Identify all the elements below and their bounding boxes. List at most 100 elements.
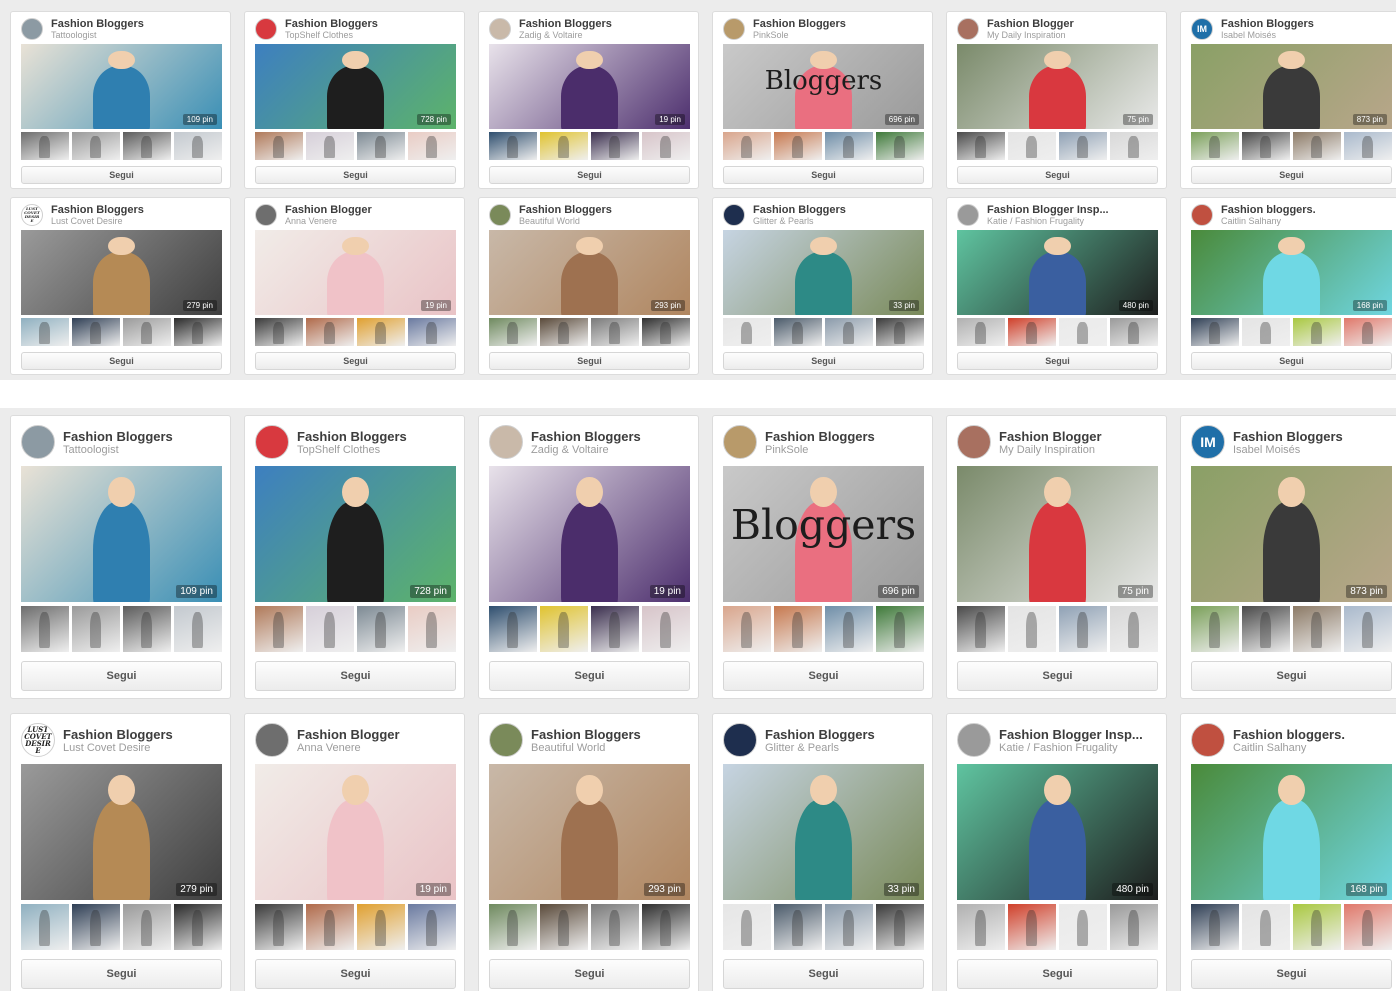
board-thumbnail[interactable] bbox=[876, 606, 924, 652]
board-thumbnail[interactable] bbox=[123, 606, 171, 652]
board-thumbnail[interactable] bbox=[774, 904, 822, 950]
board-thumbnail[interactable] bbox=[21, 606, 69, 652]
board-cover-image[interactable]: Bloggers 696 pin bbox=[723, 466, 924, 602]
follow-button[interactable]: Segui bbox=[255, 661, 456, 691]
board-avatar[interactable] bbox=[489, 723, 523, 757]
board-cover-image[interactable]: 293 pin bbox=[489, 764, 690, 900]
board-thumbnail[interactable] bbox=[1344, 132, 1392, 160]
board-avatar[interactable] bbox=[255, 425, 289, 459]
board-thumbnail[interactable] bbox=[306, 606, 354, 652]
board-owner[interactable]: TopShelf Clothes bbox=[297, 444, 407, 456]
board-card[interactable]: Fashion Bloggers TopShelf Clothes 728 pin S… bbox=[244, 11, 465, 189]
board-title[interactable]: Fashion Bloggers bbox=[519, 18, 612, 30]
board-owner[interactable]: Zadig & Voltaire bbox=[531, 444, 641, 456]
board-title[interactable]: Fashion Bloggers bbox=[1221, 18, 1314, 30]
board-cover-image[interactable]: 109 pin bbox=[21, 466, 222, 602]
follow-button[interactable]: Segui bbox=[957, 959, 1158, 989]
board-owner[interactable]: Lust Covet Desire bbox=[51, 216, 144, 226]
board-thumbnail[interactable] bbox=[306, 318, 354, 346]
board-cover-image[interactable]: 279 pin bbox=[21, 230, 222, 315]
board-thumbnail[interactable] bbox=[1242, 318, 1290, 346]
board-card[interactable]: Fashion bloggers. Caitlin Salhany 168 pin S… bbox=[1180, 197, 1396, 375]
follow-button[interactable]: Segui bbox=[723, 166, 924, 184]
board-owner[interactable]: TopShelf Clothes bbox=[285, 30, 378, 40]
board-avatar[interactable] bbox=[957, 723, 991, 757]
board-thumbnail[interactable] bbox=[1344, 318, 1392, 346]
board-title[interactable]: Fashion Bloggers bbox=[285, 18, 378, 30]
board-avatar[interactable] bbox=[21, 425, 55, 459]
board-title[interactable]: Fashion Blogger Insp... bbox=[987, 204, 1109, 216]
board-owner[interactable]: Tattoologist bbox=[51, 30, 144, 40]
board-thumbnail[interactable] bbox=[1059, 606, 1107, 652]
board-cover-image[interactable]: 19 pin bbox=[255, 230, 456, 315]
board-thumbnail[interactable] bbox=[174, 904, 222, 950]
board-title[interactable]: Fashion Bloggers bbox=[765, 727, 875, 742]
board-thumbnail[interactable] bbox=[642, 132, 690, 160]
board-owner[interactable]: Zadig & Voltaire bbox=[519, 30, 612, 40]
board-title[interactable]: Fashion Bloggers bbox=[297, 429, 407, 444]
board-thumbnail[interactable] bbox=[723, 606, 771, 652]
board-cover-image[interactable]: 168 pin bbox=[1191, 764, 1392, 900]
board-card[interactable]: Fashion Bloggers Beautiful World 293 pin Se… bbox=[478, 197, 699, 375]
board-thumbnail[interactable] bbox=[1242, 606, 1290, 652]
board-title[interactable]: Fashion Blogger Insp... bbox=[999, 727, 1143, 742]
board-cover-image[interactable]: 873 pin bbox=[1191, 466, 1392, 602]
board-title[interactable]: Fashion Bloggers bbox=[519, 204, 612, 216]
follow-button[interactable]: Segui bbox=[21, 661, 222, 691]
board-thumbnail[interactable] bbox=[1293, 606, 1341, 652]
follow-button[interactable]: Segui bbox=[255, 959, 456, 989]
board-thumbnail[interactable] bbox=[642, 904, 690, 950]
board-thumbnail[interactable] bbox=[489, 318, 537, 346]
board-thumbnail[interactable] bbox=[1242, 132, 1290, 160]
board-owner[interactable]: Anna Venere bbox=[297, 742, 400, 754]
board-owner[interactable]: Caitlin Salhany bbox=[1221, 216, 1316, 226]
board-thumbnail[interactable] bbox=[1110, 132, 1158, 160]
board-cover-image[interactable]: 480 pin bbox=[957, 764, 1158, 900]
follow-button[interactable]: Segui bbox=[489, 661, 690, 691]
board-thumbnail[interactable] bbox=[876, 904, 924, 950]
board-thumbnail[interactable] bbox=[1344, 606, 1392, 652]
board-avatar[interactable] bbox=[489, 425, 523, 459]
board-avatar[interactable] bbox=[723, 18, 745, 40]
board-avatar[interactable] bbox=[723, 723, 757, 757]
board-cover-image[interactable]: 728 pin bbox=[255, 466, 456, 602]
board-cover-image[interactable]: 109 pin bbox=[21, 44, 222, 129]
board-thumbnail[interactable] bbox=[408, 132, 456, 160]
board-title[interactable]: Fashion Bloggers bbox=[51, 204, 144, 216]
board-thumbnail[interactable] bbox=[357, 606, 405, 652]
board-title[interactable]: Fashion Blogger bbox=[987, 18, 1074, 30]
board-cover-image[interactable]: 279 pin bbox=[21, 764, 222, 900]
board-owner[interactable]: My Daily Inspiration bbox=[987, 30, 1074, 40]
board-thumbnail[interactable] bbox=[1008, 606, 1056, 652]
follow-button[interactable]: Segui bbox=[957, 352, 1158, 370]
board-avatar[interactable] bbox=[489, 18, 511, 40]
board-thumbnail[interactable] bbox=[876, 318, 924, 346]
board-owner[interactable]: Katie / Fashion Frugality bbox=[987, 216, 1109, 226]
board-owner[interactable]: Isabel Moisés bbox=[1233, 444, 1343, 456]
board-card[interactable]: Fashion Bloggers PinkSole Bloggers 696 pin S… bbox=[712, 415, 933, 699]
board-thumbnail[interactable] bbox=[774, 606, 822, 652]
follow-button[interactable]: Segui bbox=[1191, 661, 1392, 691]
board-thumbnail[interactable] bbox=[642, 318, 690, 346]
board-card[interactable]: Fashion Bloggers TopShelf Clothes 728 pin S… bbox=[244, 415, 465, 699]
board-thumbnail[interactable] bbox=[21, 132, 69, 160]
board-thumbnail[interactable] bbox=[306, 132, 354, 160]
board-card[interactable]: IM Fashion Bloggers Isabel Moisés 873 pin Se… bbox=[1180, 11, 1396, 189]
board-owner[interactable]: Glitter & Pearls bbox=[753, 216, 846, 226]
board-thumbnail[interactable] bbox=[1293, 318, 1341, 346]
board-thumbnail[interactable] bbox=[825, 132, 873, 160]
board-avatar[interactable] bbox=[957, 425, 991, 459]
board-card[interactable]: LUST COVET DESIRE Fashion Bloggers Lust Co… bbox=[10, 197, 231, 375]
board-title[interactable]: Fashion Blogger bbox=[999, 429, 1102, 444]
follow-button[interactable]: Segui bbox=[21, 166, 222, 184]
follow-button[interactable]: Segui bbox=[723, 661, 924, 691]
board-thumbnail[interactable] bbox=[642, 606, 690, 652]
board-title[interactable]: Fashion Blogger bbox=[297, 727, 400, 742]
board-thumbnail[interactable] bbox=[774, 318, 822, 346]
board-thumbnail[interactable] bbox=[72, 132, 120, 160]
board-thumbnail[interactable] bbox=[123, 132, 171, 160]
board-card[interactable]: Fashion Bloggers Zadig & Voltaire 19 pin Se… bbox=[478, 415, 699, 699]
follow-button[interactable]: Segui bbox=[1191, 959, 1392, 989]
board-thumbnail[interactable] bbox=[255, 606, 303, 652]
board-card[interactable]: Fashion Bloggers Glitter & Pearls 33 pin Se… bbox=[712, 713, 933, 991]
